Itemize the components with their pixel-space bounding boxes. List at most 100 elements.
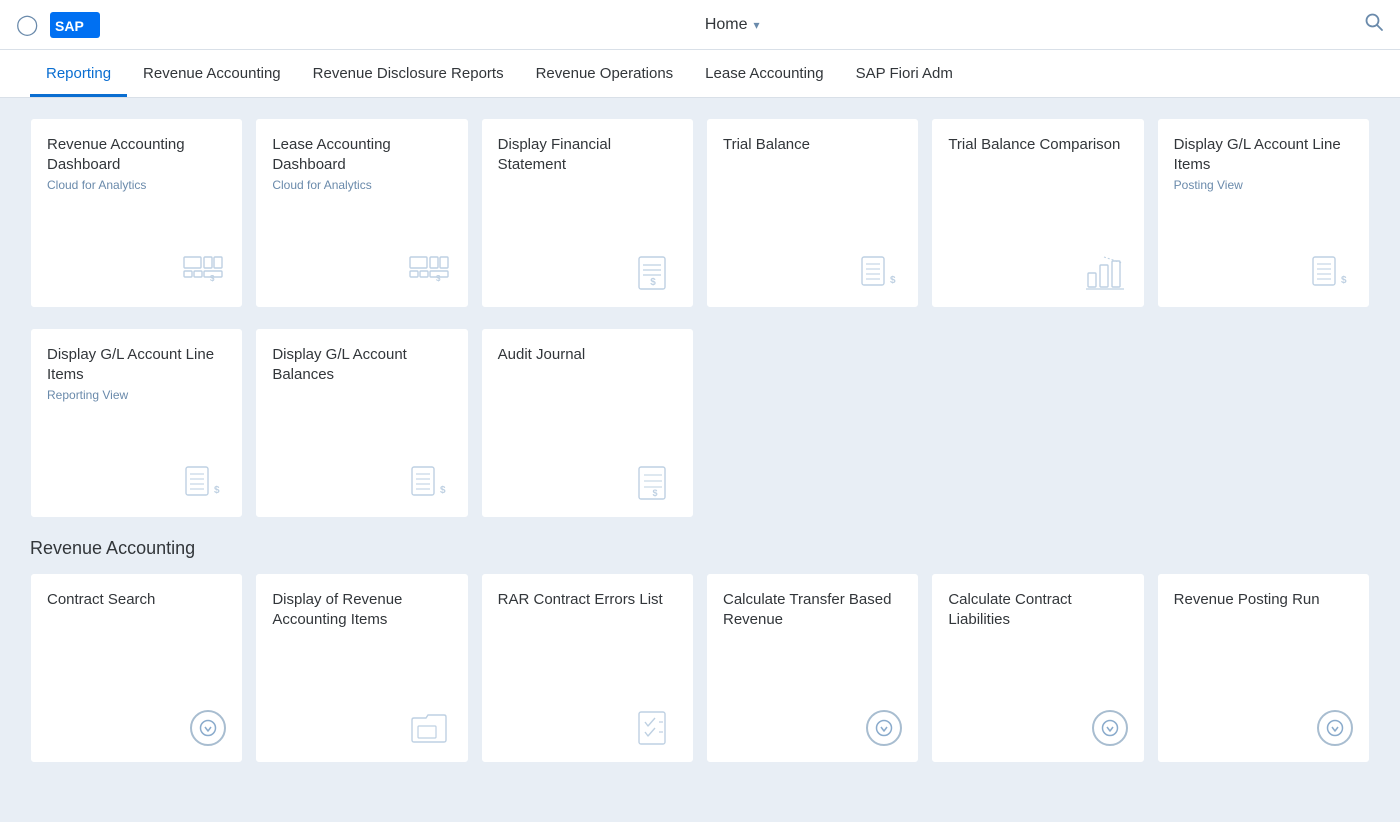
section-label-revenue-accounting: Revenue Accounting xyxy=(30,538,1370,559)
card-title: Display Financial Statement xyxy=(498,135,677,174)
card-calculate-transfer-based-revenue[interactable]: Calculate Transfer Based Revenue xyxy=(706,573,919,763)
card-revenue-posting-run[interactable]: Revenue Posting Run xyxy=(1157,573,1370,763)
app-header: ◯ SAP Home ▾ xyxy=(0,0,1400,50)
chevron-down-icon: ▾ xyxy=(754,18,760,32)
user-icon[interactable]: ◯ xyxy=(16,12,38,37)
gl-items-icon: $ xyxy=(1309,255,1353,291)
card-contract-search[interactable]: Contract Search xyxy=(30,573,243,763)
card-icon-area: $ xyxy=(47,255,226,291)
card-trial-balance[interactable]: Trial Balance $ xyxy=(706,118,919,308)
card-rar-contract-errors-list[interactable]: RAR Contract Errors List xyxy=(481,573,694,763)
card-icon-area xyxy=(948,255,1127,291)
revenue-accounting-card-grid: Contract Search Display of Revenue Accou… xyxy=(30,573,1370,763)
svg-text:$: $ xyxy=(890,275,896,286)
card-text-area: Calculate Transfer Based Revenue xyxy=(723,590,902,629)
card-icon-area xyxy=(272,710,451,746)
card-subtitle: Posting View xyxy=(1174,178,1353,192)
card-text-area: Contract Search xyxy=(47,590,226,610)
home-nav[interactable]: Home ▾ xyxy=(705,16,760,34)
card-title: Revenue Posting Run xyxy=(1174,590,1353,610)
card-text-area: Revenue Posting Run xyxy=(1174,590,1353,610)
card-text-area: Display Financial Statement xyxy=(498,135,677,174)
card-title: Contract Search xyxy=(47,590,226,610)
checklist-icon xyxy=(633,710,677,746)
card-icon-area xyxy=(1174,710,1353,746)
chart-icon xyxy=(1084,255,1128,291)
card-title: Trial Balance Comparison xyxy=(948,135,1127,155)
svg-text:SAP: SAP xyxy=(55,18,84,34)
nav-item-sap-fiori[interactable]: SAP Fiori Adm xyxy=(840,51,969,97)
circle-down-icon xyxy=(190,710,226,746)
circle-down-icon xyxy=(866,710,902,746)
card-text-area: Lease Accounting Dashboard Cloud for Ana… xyxy=(272,135,451,192)
card-text-area: Display G/L Account Line Items Posting V… xyxy=(1174,135,1353,192)
gl-items-icon: $ xyxy=(182,465,226,501)
card-title: Display of Revenue Accounting Items xyxy=(272,590,451,629)
svg-text:$: $ xyxy=(214,485,220,496)
card-display-financial-statement[interactable]: Display Financial Statement $ xyxy=(481,118,694,308)
nav-item-lease-accounting[interactable]: Lease Accounting xyxy=(689,51,839,97)
card-title: Audit Journal xyxy=(498,345,677,365)
trial-balance-icon: $ xyxy=(858,255,902,291)
card-text-area: RAR Contract Errors List xyxy=(498,590,677,610)
analytics-icon: $ xyxy=(182,255,226,291)
card-display-revenue-accounting-items[interactable]: Display of Revenue Accounting Items xyxy=(255,573,468,763)
card-subtitle: Cloud for Analytics xyxy=(272,178,451,192)
card-audit-journal[interactable]: Audit Journal $ xyxy=(481,328,694,518)
card-icon-area xyxy=(47,710,226,746)
svg-text:$: $ xyxy=(1341,275,1347,286)
card-revenue-accounting-dashboard[interactable]: Revenue Accounting Dashboard Cloud for A… xyxy=(30,118,243,308)
card-lease-accounting-dashboard[interactable]: Lease Accounting Dashboard Cloud for Ana… xyxy=(255,118,468,308)
card-icon-area: $ xyxy=(47,465,226,501)
audit-journal-icon: $ xyxy=(633,465,677,501)
card-title: Trial Balance xyxy=(723,135,902,155)
revenue-accounting-section: Revenue Accounting Contract Search xyxy=(30,538,1370,763)
card-icon-area: $ xyxy=(1174,255,1353,291)
nav-item-disclosure-reports[interactable]: Revenue Disclosure Reports xyxy=(297,51,520,97)
card-title: RAR Contract Errors List xyxy=(498,590,677,610)
card-subtitle: Reporting View xyxy=(47,388,226,402)
nav-item-reporting[interactable]: Reporting xyxy=(30,51,127,97)
card-icon-area: $ xyxy=(498,255,677,291)
card-title: Lease Accounting Dashboard xyxy=(272,135,451,174)
card-icon-area: $ xyxy=(272,255,451,291)
nav-item-revenue-operations[interactable]: Revenue Operations xyxy=(520,51,690,97)
search-icon[interactable] xyxy=(1364,12,1384,37)
card-title: Display G/L Account Balances xyxy=(272,345,451,384)
card-icon-area: $ xyxy=(272,465,451,501)
svg-text:$: $ xyxy=(210,274,215,283)
card-calculate-contract-liabilities[interactable]: Calculate Contract Liabilities xyxy=(931,573,1144,763)
card-title: Calculate Transfer Based Revenue xyxy=(723,590,902,629)
card-display-gl-reporting-view[interactable]: Display G/L Account Line Items Reporting… xyxy=(30,328,243,518)
card-text-area: Display of Revenue Accounting Items xyxy=(272,590,451,629)
circle-down-icon xyxy=(1092,710,1128,746)
card-title: Calculate Contract Liabilities xyxy=(948,590,1127,629)
svg-text:$: $ xyxy=(650,277,656,288)
card-title: Display G/L Account Line Items xyxy=(47,345,226,384)
svg-text:$: $ xyxy=(436,274,441,283)
card-text-area: Calculate Contract Liabilities xyxy=(948,590,1127,629)
card-display-gl-balances[interactable]: Display G/L Account Balances $ xyxy=(255,328,468,518)
reporting-card-grid-row2: Display G/L Account Line Items Reporting… xyxy=(30,328,1370,518)
card-trial-balance-comparison[interactable]: Trial Balance Comparison xyxy=(931,118,1144,308)
main-nav: Reporting Revenue Accounting Revenue Dis… xyxy=(0,50,1400,98)
folder-icon xyxy=(408,710,452,746)
card-text-area: Display G/L Account Balances xyxy=(272,345,451,384)
card-title: Revenue Accounting Dashboard xyxy=(47,135,226,174)
gl-balances-icon: $ xyxy=(408,465,452,501)
svg-text:$: $ xyxy=(440,485,446,496)
card-text-area: Audit Journal xyxy=(498,345,677,365)
reporting-card-grid-row1: Revenue Accounting Dashboard Cloud for A… xyxy=(30,118,1370,308)
card-text-area: Display G/L Account Line Items Reporting… xyxy=(47,345,226,402)
header-left: ◯ SAP xyxy=(16,12,100,38)
card-text-area: Revenue Accounting Dashboard Cloud for A… xyxy=(47,135,226,192)
card-icon-area: $ xyxy=(723,255,902,291)
financial-statement-icon: $ xyxy=(633,255,677,291)
circle-down-icon xyxy=(1317,710,1353,746)
nav-item-revenue-accounting[interactable]: Revenue Accounting xyxy=(127,51,297,97)
card-display-gl-posting-view[interactable]: Display G/L Account Line Items Posting V… xyxy=(1157,118,1370,308)
card-text-area: Trial Balance xyxy=(723,135,902,155)
card-icon-area: $ xyxy=(498,465,677,501)
home-label: Home xyxy=(705,16,748,34)
card-icon-area xyxy=(723,710,902,746)
